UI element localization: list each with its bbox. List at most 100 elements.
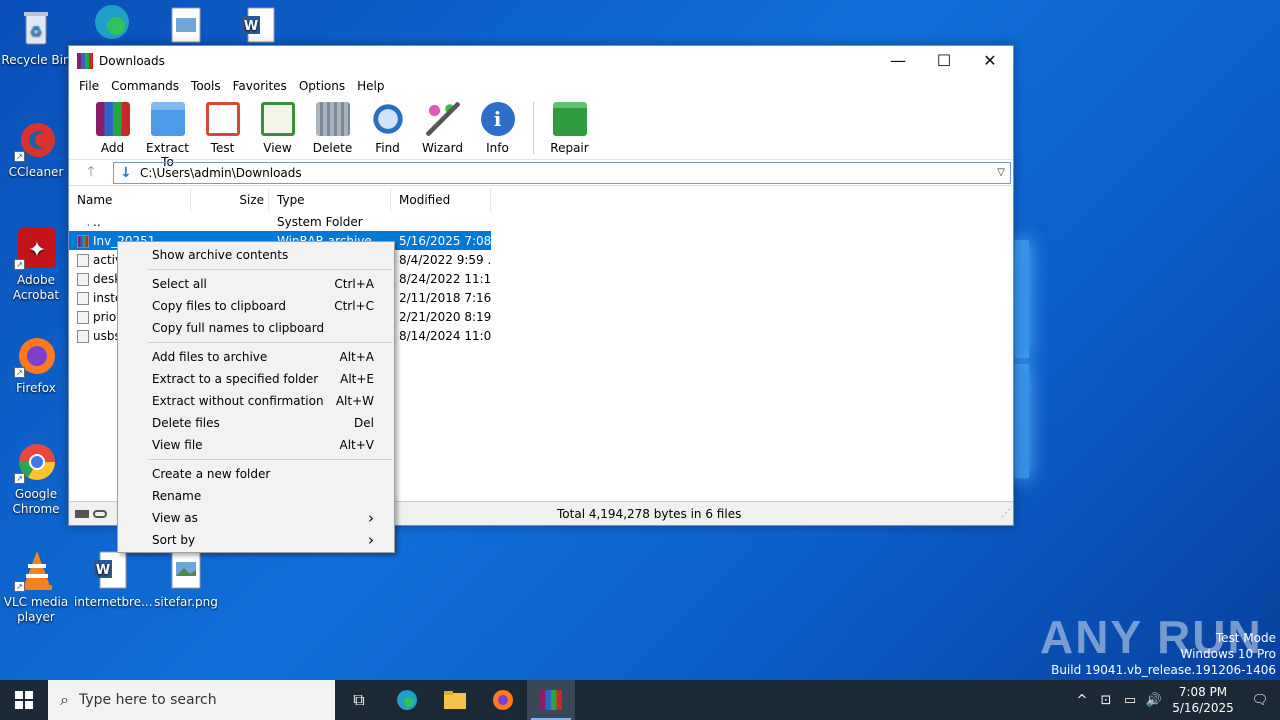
shortcut-arrow-icon: ↗ <box>14 473 25 484</box>
taskbar-clock[interactable]: 7:08 PM 5/16/2025 <box>1166 684 1240 716</box>
desktop-icon-sitefar[interactable]: sitefar.png <box>150 548 222 610</box>
path-dropdown[interactable]: ↓ C:\Users\admin\Downloads ▽ <box>113 161 1011 184</box>
context-menu: Show archive contents Select all Ctrl+A C… <box>117 241 395 553</box>
menu-item-copy-files[interactable]: Copy files to clipboard Ctrl+C <box>118 295 394 317</box>
menu-item-label: Sort by <box>152 533 196 547</box>
table-row[interactable]: ↓.. System Folder <box>69 212 1013 231</box>
add-button[interactable]: Add <box>85 100 140 155</box>
menu-item-shortcut: Alt+W <box>335 394 374 408</box>
desktop-icon-label: internetbre... <box>74 595 153 609</box>
resize-grip-icon[interactable]: ⋰ <box>1001 508 1011 519</box>
menu-item-view-file[interactable]: View file Alt+V <box>118 434 394 456</box>
magnifier-icon <box>370 102 405 136</box>
taskbar-winrar[interactable] <box>527 680 575 720</box>
watermark-line: Windows 10 Pro <box>1180 647 1276 661</box>
desktop-icon-recycle-bin[interactable]: ♻ Recycle Bin <box>0 6 72 68</box>
notification-icon[interactable]: 🗨 <box>1240 693 1280 708</box>
menu-favorites[interactable]: Favorites <box>227 79 293 93</box>
chevron-up-icon[interactable]: ^ <box>1070 693 1094 708</box>
up-folder-button[interactable]: 🡑 <box>69 161 113 185</box>
menu-options[interactable]: Options <box>293 79 351 93</box>
file-icon <box>77 253 89 267</box>
display-icon[interactable]: ▭ <box>1118 693 1142 708</box>
menu-item-shortcut: Ctrl+A <box>334 277 374 291</box>
file-modified: 2/11/2018 7:16 ... <box>399 290 491 305</box>
menu-separator <box>148 269 392 270</box>
test-button[interactable]: Test <box>195 100 250 155</box>
menu-help[interactable]: Help <box>351 79 390 93</box>
desktop-icon-label: VLC media player <box>3 595 69 624</box>
menu-item-label: Copy full names to clipboard <box>152 321 325 335</box>
minimize-button[interactable]: — <box>875 46 921 76</box>
repair-button[interactable]: Repair <box>542 100 597 155</box>
delete-button[interactable]: Delete <box>305 100 360 155</box>
menu-item-rename[interactable]: Rename <box>118 485 394 507</box>
menu-item-extract-to-folder[interactable]: Extract to a specified folder Alt+E <box>118 368 394 390</box>
desktop-icon-word-doc[interactable]: W <box>222 0 294 47</box>
column-type[interactable]: Type <box>269 188 391 212</box>
menu-item-sort-by[interactable]: Sort by › <box>118 529 394 551</box>
word-doc-icon: W <box>88 548 132 592</box>
task-view-button[interactable]: ⧉ <box>335 680 383 720</box>
chevron-down-icon[interactable]: ▽ <box>992 167 1010 178</box>
taskbar-edge[interactable] <box>383 680 431 720</box>
firefox-icon: ↗ <box>14 334 58 378</box>
status-total: Total 4,194,278 bytes in 6 files <box>557 506 742 521</box>
menu-item-delete-files[interactable]: Delete files Del <box>118 412 394 434</box>
menu-item-view-as[interactable]: View as › <box>118 507 394 529</box>
taskbar-firefox[interactable] <box>479 680 527 720</box>
watermark-line: Build 19041.vb_release.191206-1406 <box>1051 663 1276 677</box>
desktop-icon-ccleaner[interactable]: ↗ CCleaner <box>0 118 72 180</box>
file-modified: 5/16/2025 7:08 ... <box>399 233 491 248</box>
title-bar[interactable]: Downloads — ☐ ✕ <box>69 46 1013 76</box>
menu-tools[interactable]: Tools <box>185 79 227 93</box>
menu-item-copy-full-names[interactable]: Copy full names to clipboard <box>118 317 394 339</box>
info-button[interactable]: i Info <box>470 100 525 155</box>
menu-item-add-files[interactable]: Add files to archive Alt+A <box>118 346 394 368</box>
desktop-icon-label: Firefox <box>16 381 56 395</box>
view-button[interactable]: View <box>250 100 305 155</box>
rar-file-icon <box>77 234 89 248</box>
column-size[interactable]: Size <box>191 188 269 212</box>
drive-icon[interactable] <box>75 509 89 518</box>
menu-item-label: Delete files <box>152 416 220 430</box>
volume-icon[interactable]: 🔊 <box>1142 693 1166 708</box>
image-file-icon <box>164 0 208 44</box>
taskbar-search-box[interactable]: ⌕ Type here to search <box>48 680 335 720</box>
tool-label: Test <box>210 141 235 155</box>
menu-item-show-archive-contents[interactable]: Show archive contents <box>118 244 394 266</box>
desktop-icon-adobe-acrobat[interactable]: ✦ ↗ Adobe Acrobat <box>0 226 72 303</box>
maximize-button[interactable]: ☐ <box>921 46 967 76</box>
toolbar-separator <box>533 102 534 154</box>
key-icon[interactable] <box>93 509 107 518</box>
column-modified[interactable]: Modified <box>391 188 491 212</box>
tool-label: Info <box>486 141 509 155</box>
menu-commands[interactable]: Commands <box>105 79 185 93</box>
file-modified: 2/21/2020 8:19 ... <box>399 309 491 324</box>
menu-file[interactable]: File <box>73 79 105 93</box>
taskbar-file-explorer[interactable] <box>431 680 479 720</box>
column-name[interactable]: Name <box>69 188 191 212</box>
desktop-icon-firefox[interactable]: ↗ Firefox <box>0 334 72 396</box>
close-button[interactable]: ✕ <box>967 46 1013 76</box>
menu-item-extract-without-confirmation[interactable]: Extract without confirmation Alt+W <box>118 390 394 412</box>
desktop-icon-google-chrome[interactable]: ↗ Google Chrome <box>0 440 72 517</box>
desktop-icon-image[interactable] <box>150 0 222 47</box>
extract-to-button[interactable]: Extract To <box>140 100 195 169</box>
menu-item-label: Extract without confirmation <box>152 394 324 408</box>
find-button[interactable]: Find <box>360 100 415 155</box>
info-icon: i <box>480 102 515 136</box>
chrome-icon: ↗ <box>14 440 58 484</box>
menu-item-select-all[interactable]: Select all Ctrl+A <box>118 273 394 295</box>
search-icon: ⌕ <box>60 690 69 709</box>
network-icon[interactable]: ⊡ <box>1094 693 1118 708</box>
wizard-button[interactable]: Wizard <box>415 100 470 155</box>
menu-item-create-folder[interactable]: Create a new folder <box>118 463 394 485</box>
submenu-arrow-icon: › <box>368 509 374 527</box>
desktop-icon-vlc[interactable]: ↗ VLC media player <box>0 548 72 625</box>
desktop-icon-word-document[interactable]: W internetbre... <box>74 548 153 610</box>
desktop-icon-edge[interactable] <box>76 0 148 47</box>
menu-item-shortcut: Del <box>354 416 374 430</box>
windows-start-icon <box>15 691 33 709</box>
start-button[interactable] <box>0 680 48 720</box>
